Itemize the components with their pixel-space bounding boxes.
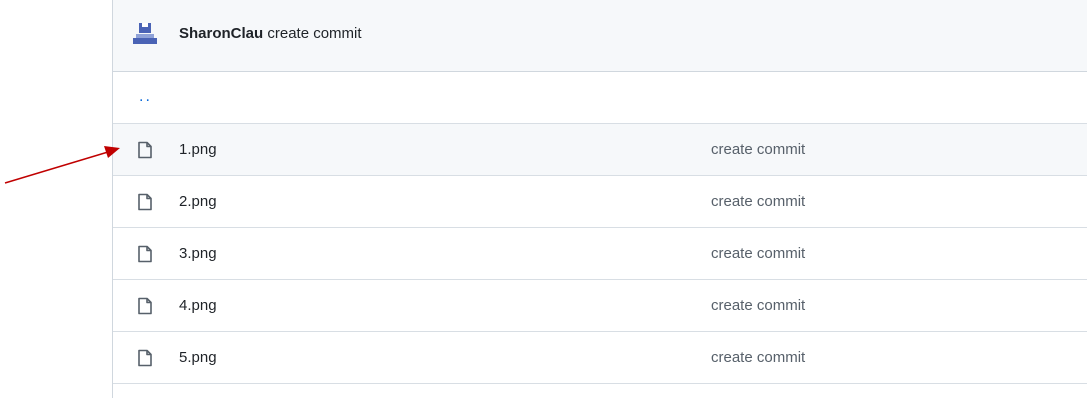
file-name-link[interactable]: 4.png — [179, 296, 217, 316]
file-name-link[interactable]: 5.png — [179, 348, 217, 368]
file-name-link[interactable]: 3.png — [179, 244, 217, 264]
file-icon — [138, 297, 152, 315]
file-icon — [138, 245, 152, 263]
file-name-link[interactable]: 2.png — [179, 192, 217, 212]
file-commit-link[interactable]: create commit — [711, 348, 805, 368]
parent-directory-row[interactable]: .. — [113, 72, 1087, 124]
parent-directory-link[interactable]: .. — [139, 88, 152, 106]
file-icon — [138, 193, 152, 211]
file-browser-panel: SharonClau create commit .. 1.png create… — [112, 0, 1087, 398]
commit-summary: SharonClau create commit — [179, 24, 362, 44]
file-row[interactable]: 4.png create commit — [113, 280, 1087, 332]
file-commit-link[interactable]: create commit — [711, 296, 805, 316]
latest-commit-header: SharonClau create commit — [113, 0, 1087, 72]
file-name-link[interactable]: 1.png — [179, 140, 217, 160]
file-row[interactable]: 2.png create commit — [113, 176, 1087, 228]
commit-author[interactable]: SharonClau — [179, 25, 263, 42]
avatar-icon[interactable] — [131, 21, 159, 47]
file-commit-link[interactable]: create commit — [711, 192, 805, 212]
commit-message[interactable]: create commit — [267, 25, 361, 42]
file-row[interactable]: 3.png create commit — [113, 228, 1087, 280]
file-commit-link[interactable]: create commit — [711, 140, 805, 160]
file-icon — [138, 141, 152, 159]
file-row[interactable]: 5.png create commit — [113, 332, 1087, 384]
file-row[interactable]: 1.png create commit — [113, 124, 1087, 176]
file-commit-link[interactable]: create commit — [711, 244, 805, 264]
file-icon — [138, 349, 152, 367]
